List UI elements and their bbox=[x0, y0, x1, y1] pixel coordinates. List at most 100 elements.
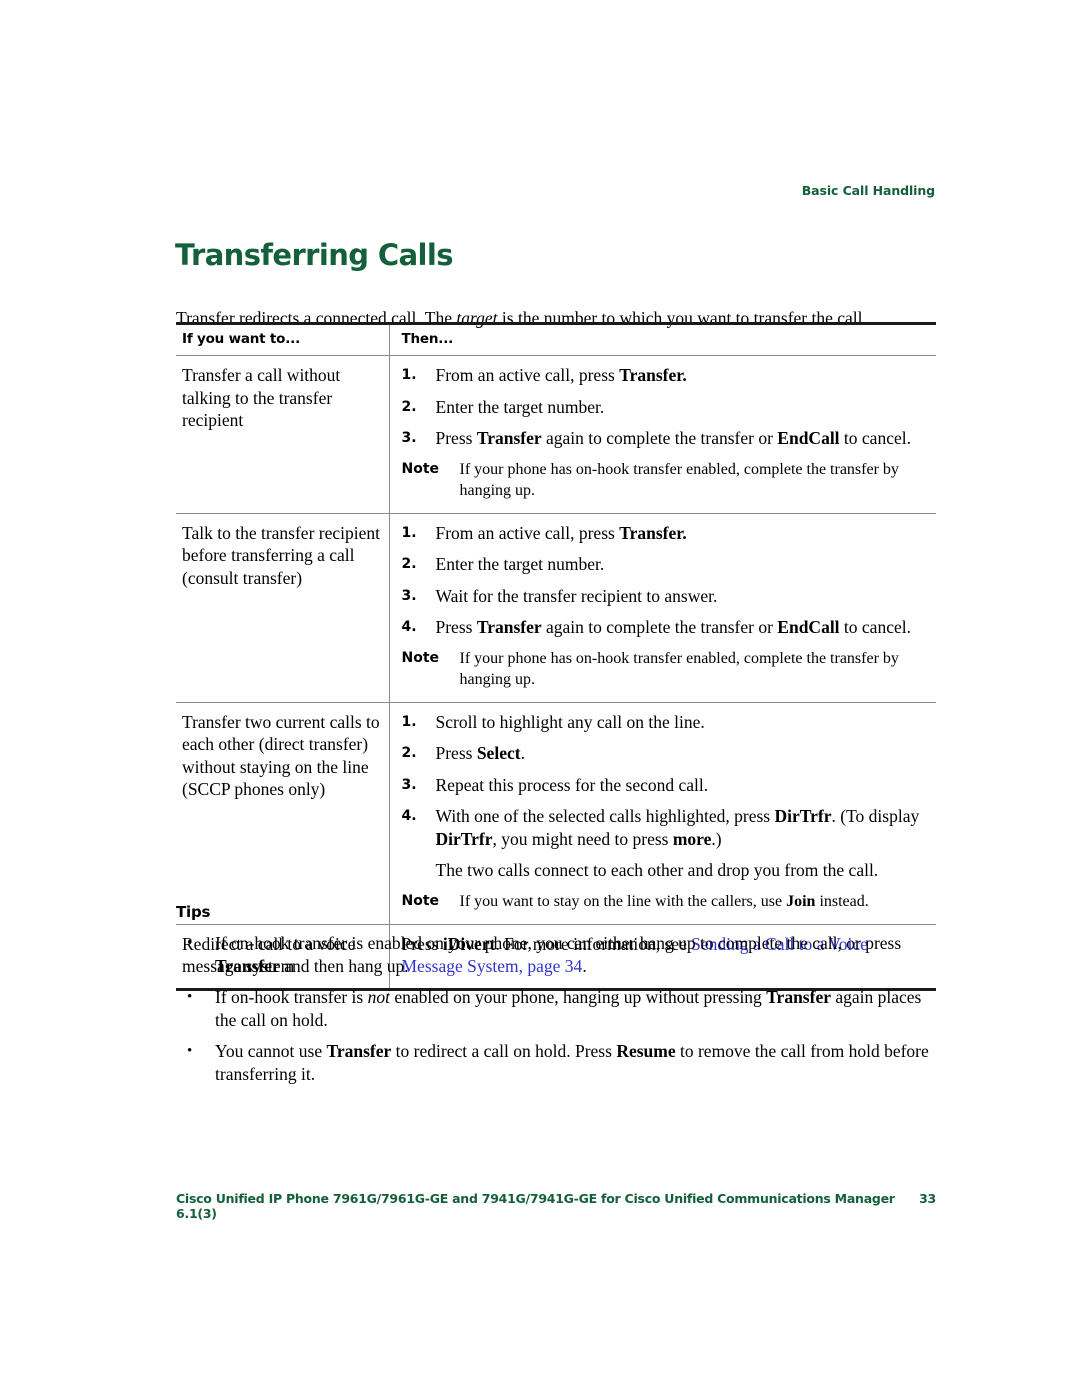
text-run: If you want to stay on the line with the… bbox=[459, 892, 787, 910]
step-number: 2. bbox=[401, 398, 417, 415]
text-run: From an active call, press bbox=[435, 522, 620, 543]
tip-item: • You cannot use Transfer to redirect a c… bbox=[176, 1040, 946, 1085]
table-cell-instructions: 1. From an active call, press Transfer. 2.… bbox=[388, 355, 936, 514]
step-text: Wait for the transfer recipient to answe… bbox=[436, 585, 929, 608]
step-continuation-text: The two calls connect to each other and … bbox=[435, 860, 879, 880]
step-text: Enter the target number. bbox=[436, 396, 929, 419]
step-number: 1. bbox=[401, 713, 417, 730]
footer-page-number: 33 bbox=[919, 1191, 936, 1206]
step-text: Repeat this process for the second call. bbox=[436, 774, 929, 797]
bold-term: DirTrfr bbox=[435, 828, 493, 849]
table-row: Transfer two current calls to each other… bbox=[176, 702, 936, 925]
numbered-step: 3. Wait for the transfer recipient to ans… bbox=[402, 585, 929, 608]
document-page: Basic Call Handling Transferring Calls T… bbox=[0, 0, 1080, 1397]
text-run: . (To display bbox=[831, 806, 920, 826]
page-title: Transferring Calls bbox=[175, 238, 454, 272]
numbered-step: 4. Press Transfer again to complete the t… bbox=[402, 616, 929, 639]
tip-text: If on-hook transfer is not enabled on yo… bbox=[215, 986, 946, 1031]
bold-term: Transfer. bbox=[619, 365, 687, 385]
text-run: . bbox=[520, 743, 525, 763]
note-text: If you want to stay on the line with the… bbox=[460, 891, 929, 912]
column-header-then: Then... bbox=[388, 322, 936, 356]
text-run: Repeat this process for the second call. bbox=[435, 774, 709, 795]
step-number: 4. bbox=[401, 619, 417, 635]
note-block: Note If your phone has on-hook transfer e… bbox=[402, 648, 929, 690]
text-run: .) bbox=[711, 828, 722, 849]
scenario-label: Talk to the transfer recipient before tr… bbox=[182, 522, 380, 588]
bold-term: Resume bbox=[616, 1041, 676, 1061]
bullet-icon: • bbox=[187, 989, 193, 1005]
tips-heading: Tips bbox=[176, 903, 211, 921]
text-run: , you might need to press bbox=[492, 828, 673, 849]
numbered-step: 1. Scroll to highlight any call on the li… bbox=[402, 711, 929, 734]
numbered-step: 1. From an active call, press Transfer. bbox=[402, 364, 929, 387]
scenario-label: Transfer two current calls to each other… bbox=[182, 711, 380, 800]
note-label: Note bbox=[401, 460, 440, 477]
bold-term: EndCall bbox=[777, 428, 840, 448]
table-header: If you want to... Then... bbox=[176, 322, 936, 356]
note-text: If your phone has on-hook transfer enabl… bbox=[459, 460, 899, 499]
text-run: Press bbox=[435, 428, 477, 448]
numbered-step: 2. Enter the target number. bbox=[402, 396, 929, 419]
table-cell-instructions: 1. From an active call, press Transfer. 2.… bbox=[388, 513, 936, 703]
numbered-step: 1. From an active call, press Transfer. bbox=[402, 522, 929, 545]
text-run: again to complete the transfer or bbox=[541, 428, 778, 448]
footer-document-title: Cisco Unified IP Phone 7961G/7961G-GE an… bbox=[176, 1191, 895, 1221]
bold-term: EndCall bbox=[777, 617, 840, 637]
numbered-step: 3. Repeat this process for the second cal… bbox=[402, 774, 929, 797]
table-cell-scenario: Talk to the transfer recipient before tr… bbox=[176, 513, 389, 703]
table-body: Transfer a call without talking to the t… bbox=[176, 355, 936, 991]
tip-text: If on-hook transfer is enabled on your p… bbox=[215, 932, 946, 977]
step-text: Press Transfer again to complete the tra… bbox=[436, 427, 929, 450]
step-number: 3. bbox=[401, 587, 417, 604]
page-footer: Cisco Unified IP Phone 7961G/7961G-GE an… bbox=[176, 1191, 936, 1221]
tip-text: You cannot use Transfer to redirect a ca… bbox=[215, 1040, 946, 1085]
bullet-icon: • bbox=[187, 1043, 193, 1059]
step-number: 4. bbox=[401, 808, 417, 824]
tip-item: • If on-hook transfer is enabled on your … bbox=[176, 932, 946, 977]
table-cell-instructions: 1. Scroll to highlight any call on the li… bbox=[388, 702, 936, 925]
step-number: 1. bbox=[401, 367, 417, 383]
text-run: Press bbox=[435, 617, 477, 637]
text-run: instead. bbox=[815, 892, 869, 910]
bold-term: Transfer bbox=[476, 428, 542, 448]
table-row: Transfer a call without talking to the t… bbox=[176, 355, 936, 514]
table-header-row: If you want to... Then... bbox=[176, 322, 936, 356]
step-text: With one of the selected calls highlight… bbox=[436, 805, 929, 850]
numbered-step: 2. Enter the target number. bbox=[402, 553, 929, 576]
step-number: 2. bbox=[401, 556, 417, 572]
note-block: Note If you want to stay on the line with… bbox=[402, 891, 929, 912]
text-run: enabled on your phone, hanging up withou… bbox=[389, 987, 767, 1007]
text-run: Press bbox=[435, 743, 477, 763]
text-run: With one of the selected calls highlight… bbox=[435, 806, 775, 826]
text-run: If on-hook transfer is bbox=[215, 987, 368, 1007]
step-number: 3. bbox=[401, 430, 417, 446]
note-label: Note bbox=[401, 892, 440, 909]
scenario-label: Transfer a call without talking to the t… bbox=[182, 365, 341, 430]
text-run: Enter the target number. bbox=[435, 554, 605, 574]
bold-term: Transfer bbox=[326, 1041, 392, 1061]
numbered-step: 2. Press Select. bbox=[402, 742, 929, 765]
bold-term: DirTrfr bbox=[774, 806, 832, 826]
text-run: You cannot use bbox=[215, 1041, 327, 1061]
text-run: to cancel. bbox=[839, 428, 911, 448]
bold-term: Transfer. bbox=[619, 522, 687, 543]
numbered-step: 3. Press Transfer again to complete the t… bbox=[402, 427, 929, 450]
procedure-table: If you want to... Then... Transfer a cal… bbox=[176, 322, 936, 991]
italic-term: not bbox=[367, 987, 390, 1007]
text-run: From an active call, press bbox=[435, 365, 620, 385]
text-run: Scroll to highlight any call on the line… bbox=[435, 711, 705, 732]
step-number: 2. bbox=[401, 745, 417, 761]
text-run: Wait for the transfer recipient to answe… bbox=[435, 585, 718, 606]
bullet-icon: • bbox=[187, 935, 193, 951]
step-text: From an active call, press Transfer. bbox=[436, 522, 929, 545]
note-text: If your phone has on-hook transfer enabl… bbox=[459, 649, 899, 688]
bold-term: Transfer bbox=[476, 617, 542, 637]
text-run: again to complete the transfer or bbox=[541, 617, 778, 637]
step-text: Press Transfer again to complete the tra… bbox=[436, 616, 929, 639]
step-text: From an active call, press Transfer. bbox=[436, 364, 929, 387]
text-run: and then hang up. bbox=[279, 955, 409, 976]
text-run: Enter the target number. bbox=[435, 396, 605, 417]
note-label: Note bbox=[401, 649, 440, 666]
bold-term: Select bbox=[476, 743, 521, 763]
